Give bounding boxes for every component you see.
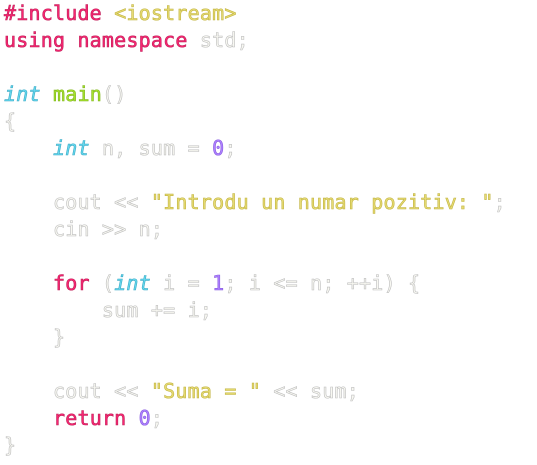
code-line-cout-prompt: cout << "Introdu un numar pozitiv: "; [4,189,506,216]
loop-init: i = [150,271,213,296]
loop-condition: ; i <= n; ++i) { [224,271,421,296]
code-line-return: return 0; [4,405,164,432]
type-keyword: int [52,136,90,161]
semicolon: ; [150,406,164,431]
number-literal: 1 [212,271,225,296]
code-line-cin: cin >> n; [4,216,164,243]
namespace-name: std; [187,28,249,53]
cout-statement: cout << [4,190,151,215]
code-line-using: using namespace std; [4,27,249,54]
code-line-loop-close: } [4,324,66,351]
open-brace: { [4,109,17,134]
cout-statement: cout << [4,379,151,404]
string-literal: "Introdu un numar pozitiv: " [150,190,494,215]
number-literal: 0 [138,406,151,431]
preprocessor-directive: #include [4,1,102,26]
header-name: <iostream> [114,1,237,26]
return-type: int [4,82,41,107]
semicolon: ; [493,190,506,215]
code-line-open-brace: { [4,108,17,135]
close-brace: } [4,325,66,350]
using-namespace-keyword: using namespace [4,28,188,53]
for-keyword: for [52,271,90,296]
number-literal: 0 [212,136,225,161]
function-name: main [52,82,102,107]
code-editor[interactable]: #include <iostream> using namespace std;… [4,0,537,465]
code-line-for-header: for (int i = 1; i <= n; ++i) { [4,270,421,297]
return-keyword: return [52,406,127,431]
code-line-loop-body: sum += i; [4,297,213,324]
cin-statement: cin >> n; [4,217,164,242]
code-line-cout-result: cout << "Suma = " << sum; [4,378,359,405]
type-keyword: int [114,271,151,296]
string-literal: "Suma = " [150,379,262,404]
code-line-close-brace: } [4,432,17,459]
sum-statement: sum += i; [4,298,213,323]
declarators: n, sum = [89,136,213,161]
code-line-main-signature: int main() [4,81,127,108]
code-line-include: #include <iostream> [4,0,237,27]
parameter-list: () [101,82,127,107]
close-brace: } [4,433,17,458]
open-paren: ( [89,271,115,296]
output-expression: << sum; [261,379,360,404]
semicolon: ; [224,136,237,161]
code-line-declaration: int n, sum = 0; [4,135,237,162]
